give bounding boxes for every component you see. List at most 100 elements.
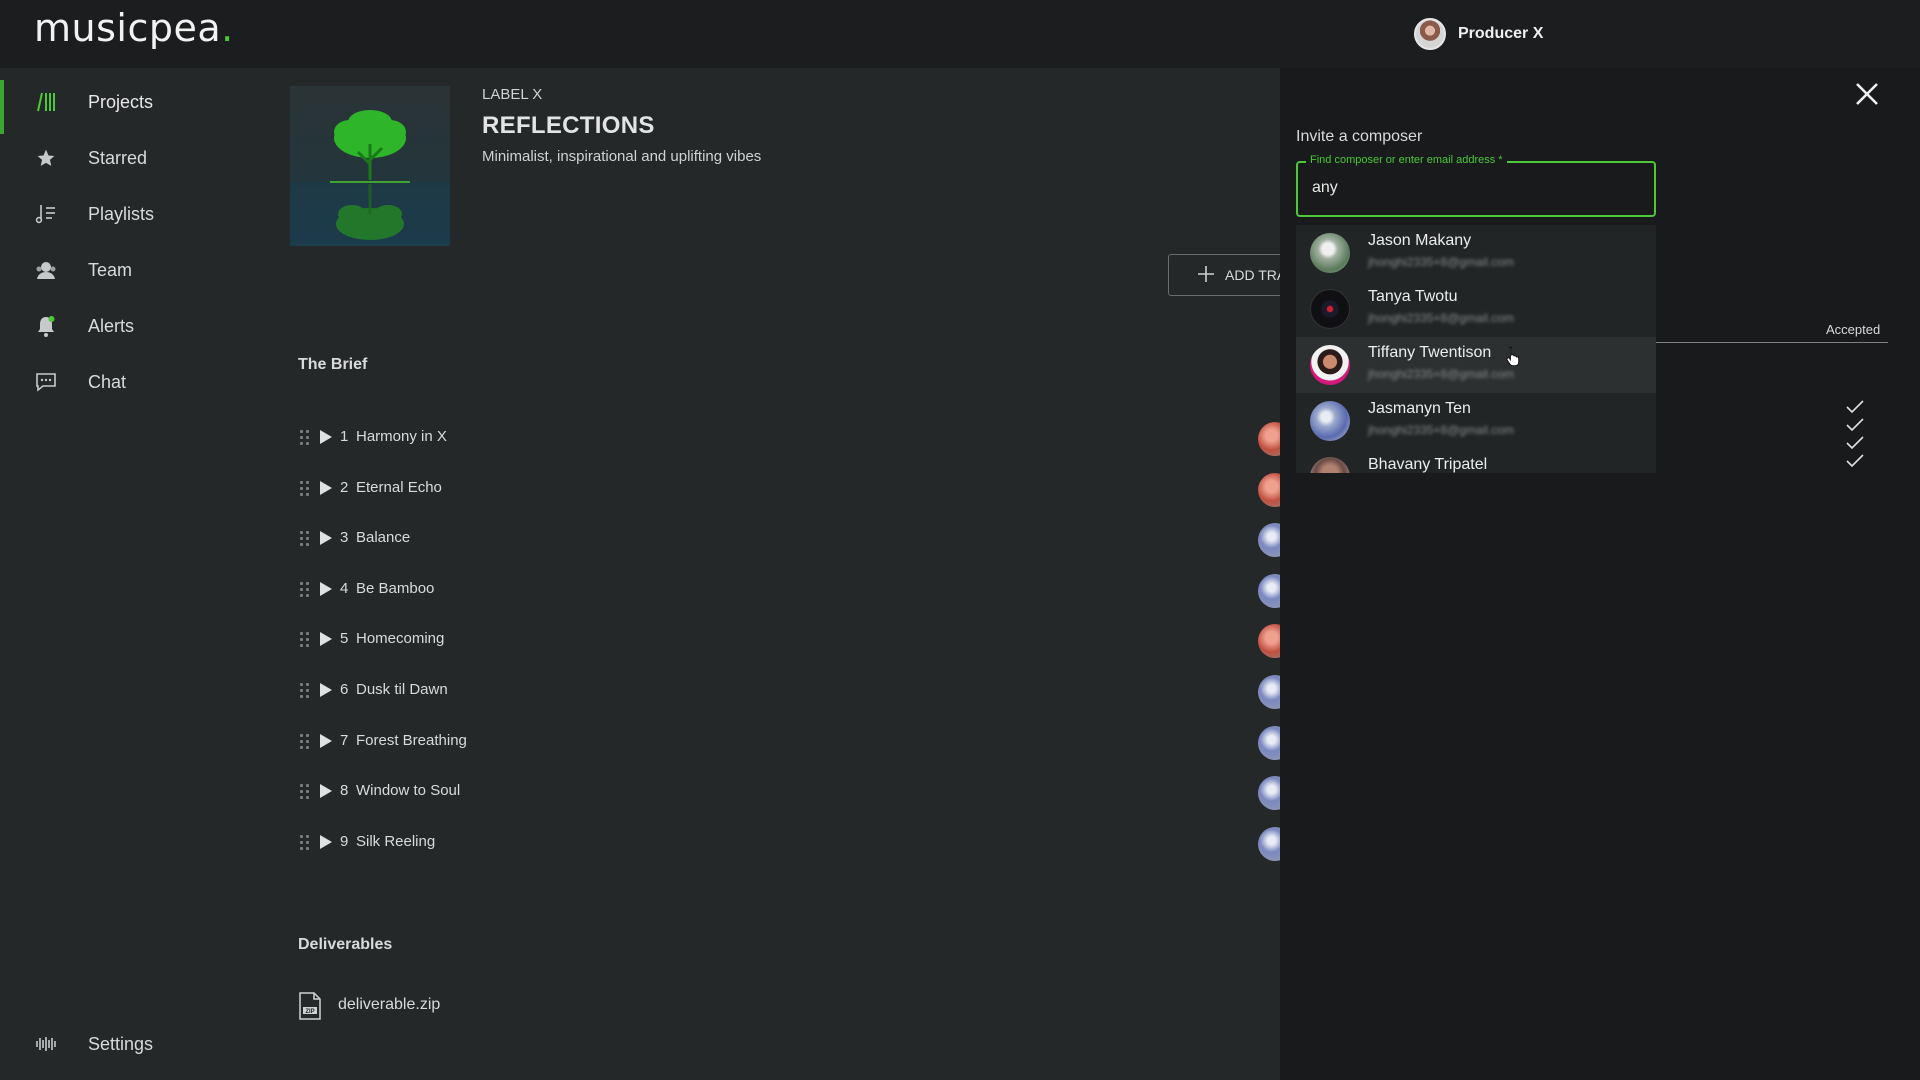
star-icon	[34, 146, 58, 170]
suggestion-item[interactable]: Bhavany Tripatel	[1296, 449, 1656, 473]
avatar	[1310, 401, 1350, 441]
play-icon[interactable]	[320, 531, 332, 546]
suggestion-name: Tanya Twotu	[1368, 288, 1458, 305]
sidebar-item-label: Starred	[88, 147, 148, 168]
sidebar-item-alerts[interactable]: Alerts	[0, 300, 270, 352]
check-icon	[1846, 436, 1864, 450]
user-name: Producer X	[1458, 25, 1544, 42]
brief-title: The Brief	[298, 356, 368, 373]
composer-search-field[interactable]: Find composer or enter email address *	[1296, 154, 1656, 217]
composer-search-input[interactable]	[1312, 179, 1632, 197]
sidebar-item-settings[interactable]: Settings	[0, 1018, 270, 1070]
projects-bars-icon	[34, 90, 58, 114]
drag-handle-icon[interactable]	[300, 834, 310, 853]
suggestion-email: jhonghi2335+8@gmail.com	[1368, 423, 1514, 437]
track-number: 7	[340, 731, 349, 749]
track-row[interactable]: 2 Eternal Echo	[298, 472, 1292, 513]
play-icon[interactable]	[320, 733, 332, 748]
drag-handle-icon[interactable]	[300, 430, 310, 448]
check-icon	[1846, 454, 1864, 468]
play-icon[interactable]	[320, 784, 332, 799]
label-name: LABEL X	[482, 86, 543, 103]
suggestion-name: Tiffany Twentison	[1368, 344, 1492, 361]
suggestion-email: jhonghi2335+8@gmail.com	[1368, 311, 1514, 325]
top-bar: musicpea. Producer X	[0, 0, 1920, 68]
app-logo[interactable]: musicpea.	[34, 6, 234, 50]
sidebar-item-label: Settings	[88, 1033, 154, 1054]
drag-handle-icon[interactable]	[300, 632, 310, 650]
drag-handle-icon[interactable]	[300, 480, 310, 499]
add-track-button[interactable]: ADD TRACK	[1168, 254, 1288, 296]
track-number: 4	[340, 579, 349, 597]
drag-handle-icon[interactable]	[300, 784, 310, 802]
deliverables-title: Deliverables	[298, 936, 393, 953]
user-menu[interactable]: Producer X	[1414, 18, 1543, 50]
sidebar-item-team[interactable]: Team	[0, 244, 270, 296]
track-name[interactable]: Be Bamboo	[356, 580, 434, 597]
plus-icon	[1197, 265, 1215, 287]
play-icon[interactable]	[320, 581, 332, 596]
track-row[interactable]: 6 Dusk til Dawn	[298, 675, 1292, 715]
zip-file-icon: ZIP	[298, 992, 322, 1020]
sidebar-item-playlists[interactable]: Playlists	[0, 188, 270, 240]
playlist-icon	[34, 202, 58, 226]
drag-handle-icon[interactable]	[300, 683, 310, 701]
track-name[interactable]: Eternal Echo	[356, 479, 442, 496]
close-icon[interactable]	[1855, 82, 1879, 106]
page-title: REFLECTIONS	[482, 112, 655, 139]
waveform-icon	[34, 1032, 58, 1056]
drag-handle-icon[interactable]	[300, 531, 310, 549]
avatar	[1310, 457, 1350, 473]
drag-handle-icon[interactable]	[300, 733, 310, 752]
track-name[interactable]: Homecoming	[356, 630, 444, 647]
sidebar-item-projects[interactable]: Projects	[0, 76, 270, 134]
suggestion-name: Jasmanyn Ten	[1368, 400, 1471, 417]
avatar[interactable]	[1414, 18, 1446, 50]
accepted-column-header: Accepted	[1826, 322, 1881, 337]
track-row[interactable]: 7 Forest Breathing	[298, 725, 1292, 766]
chat-icon	[34, 370, 58, 394]
avatar	[1310, 233, 1350, 273]
svg-text:ZIP: ZIP	[305, 1009, 314, 1015]
sidebar-item-starred[interactable]: Starred	[0, 132, 270, 184]
suggestion-item[interactable]: Tiffany Twentison jhonghi2335+8@gmail.co…	[1296, 337, 1656, 393]
play-icon[interactable]	[320, 683, 332, 697]
track-name[interactable]: Dusk til Dawn	[356, 681, 448, 698]
suggestion-item[interactable]: Tanya Twotu jhonghi2335+8@gmail.com	[1296, 281, 1656, 337]
track-row[interactable]: 9 Silk Reeling	[298, 826, 1292, 867]
sidebar-item-label: Alerts	[88, 315, 135, 336]
sidebar-item-chat[interactable]: Chat	[0, 356, 270, 408]
project-description: Minimalist, inspirational and uplifting …	[482, 148, 762, 165]
sidebar-item-label: Chat	[88, 371, 127, 392]
drag-handle-icon[interactable]	[300, 581, 310, 600]
track-number: 8	[340, 782, 349, 800]
track-number: 1	[340, 428, 349, 445]
play-icon[interactable]	[320, 632, 332, 647]
track-name[interactable]: Harmony in X	[356, 428, 447, 445]
sidebar-item-label: Team	[88, 259, 133, 280]
track-name[interactable]: Window to Soul	[356, 782, 460, 799]
play-icon[interactable]	[320, 430, 332, 444]
sidebar: Projects Starred Playlists Team Alerts C…	[0, 68, 270, 1080]
track-name[interactable]: Balance	[356, 529, 410, 546]
play-icon[interactable]	[320, 480, 332, 495]
track-row[interactable]: 4 Be Bamboo	[298, 573, 1292, 614]
play-icon[interactable]	[320, 834, 332, 849]
team-icon	[34, 258, 58, 282]
track-row[interactable]: 8 Window to Soul	[298, 776, 1292, 816]
sidebar-item-label: Projects	[88, 91, 154, 112]
track-name[interactable]: Silk Reeling	[356, 833, 435, 850]
track-name[interactable]: Forest Breathing	[356, 732, 467, 749]
track-row[interactable]: 3 Balance	[298, 523, 1292, 563]
sidebar-item-label: Playlists	[88, 203, 155, 224]
deliverable-file-link[interactable]: deliverable.zip	[338, 996, 440, 1014]
suggestion-item[interactable]: Jasmanyn Ten jhonghi2335+8@gmail.com	[1296, 393, 1656, 449]
track-number: 9	[340, 832, 349, 850]
pointer-cursor	[1506, 346, 1520, 367]
avatar	[1310, 345, 1350, 385]
track-row[interactable]: 1 Harmony in X	[298, 422, 1292, 462]
avatar	[1310, 289, 1350, 329]
composer-suggestions: Jason Makany jhonghi2335+8@gmail.com Tan…	[1296, 225, 1656, 473]
track-row[interactable]: 5 Homecoming	[298, 624, 1292, 664]
suggestion-item[interactable]: Jason Makany jhonghi2335+8@gmail.com	[1296, 225, 1656, 281]
